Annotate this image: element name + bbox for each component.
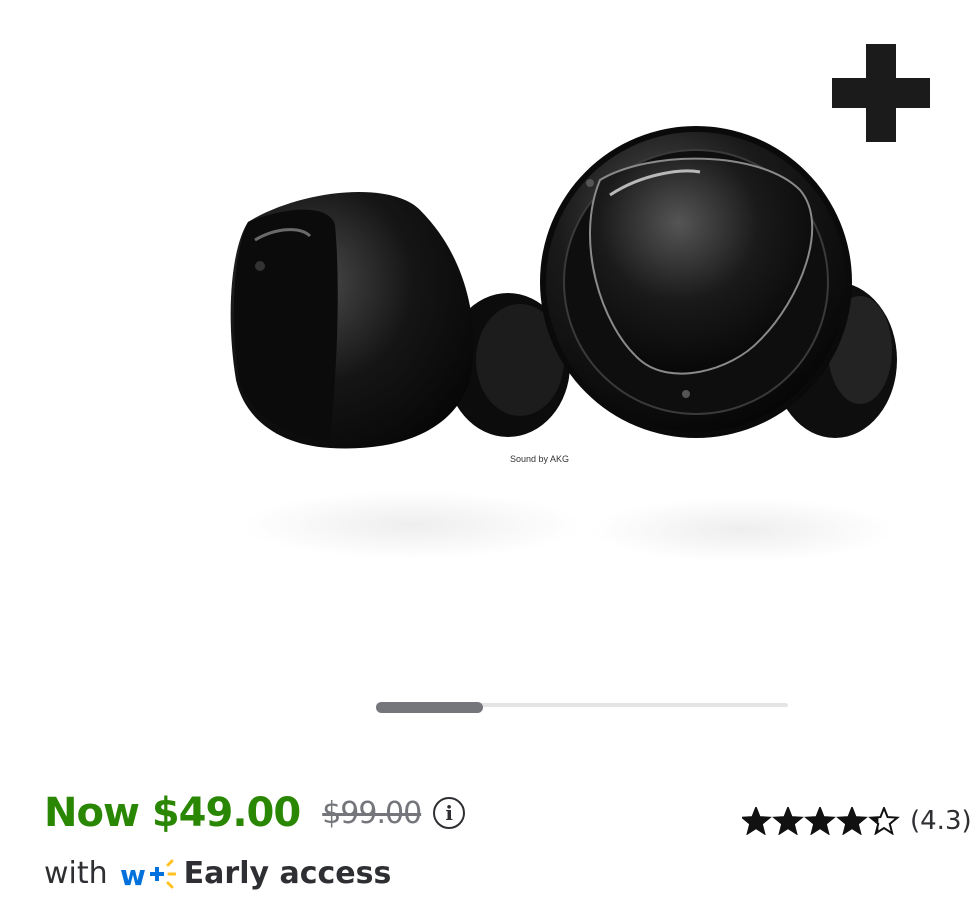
carousel-scroll-thumb[interactable] [376,702,484,713]
carousel-scrollbar[interactable] [376,702,788,713]
brand-caption: Sound by AKG [510,454,569,464]
star-fill [742,808,770,834]
rating-value: (4.3) [910,806,972,836]
early-access-row: with w Early access [44,856,391,891]
early-access-label: Early access [183,856,392,891]
current-price: Now $49.00 [44,790,301,836]
plus-icon [832,44,930,142]
product-image-gallery[interactable]: Sound by AKG [0,0,980,680]
star-rating [742,807,902,835]
was-price: $99.00 [322,795,422,831]
star-fill [838,808,866,834]
info-icon[interactable]: i [433,797,466,829]
price-row: Now $49.00 $99.00 i [44,790,466,836]
rating[interactable]: (4.3) [742,806,972,836]
with-label: with [44,856,108,891]
svg-text:w: w [120,859,146,891]
star-fill [774,808,802,834]
walmart-plus-icon: w [120,857,176,891]
star-fill [806,808,834,834]
